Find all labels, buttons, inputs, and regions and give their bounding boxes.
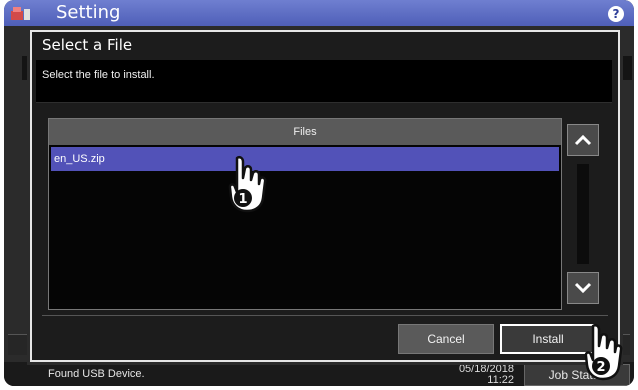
message-box: Select the file to install. bbox=[36, 60, 612, 103]
chevron-down-icon bbox=[574, 282, 592, 294]
dialog-message: Select the file to install. bbox=[42, 69, 155, 81]
app-title: Setting bbox=[56, 2, 121, 23]
pointing-hand-icon: 2 bbox=[584, 323, 623, 381]
status-message: Found USB Device. bbox=[48, 368, 145, 380]
cancel-button[interactable]: Cancel bbox=[398, 324, 494, 354]
callout-number-1: 1 bbox=[238, 192, 247, 207]
pointing-hand-icon: 1 bbox=[228, 155, 267, 213]
scroll-up-button[interactable] bbox=[567, 124, 599, 156]
scroll-track[interactable] bbox=[577, 164, 589, 264]
select-file-dialog: Select a File Select the file to install… bbox=[30, 30, 620, 362]
file-row[interactable]: en_US.zip bbox=[51, 147, 559, 171]
help-icon[interactable]: ? bbox=[608, 6, 624, 22]
setting-app-icon bbox=[11, 7, 30, 20]
title-bar: Setting ? bbox=[4, 0, 634, 26]
chevron-up-icon bbox=[574, 134, 592, 146]
status-bar: Found USB Device. 05/18/2018 11:22 Job S… bbox=[4, 362, 634, 386]
scroll-down-button[interactable] bbox=[567, 272, 599, 304]
dialog-title: Select a File bbox=[42, 36, 133, 54]
divider bbox=[42, 315, 608, 316]
file-list: Files en_US.zip bbox=[48, 118, 562, 310]
callout-number-2: 2 bbox=[596, 360, 605, 375]
status-time: 11:22 bbox=[487, 374, 514, 386]
file-list-header: Files bbox=[49, 119, 561, 145]
status-datetime: 05/18/2018 11:22 bbox=[456, 364, 514, 386]
background-panel bbox=[622, 56, 632, 80]
